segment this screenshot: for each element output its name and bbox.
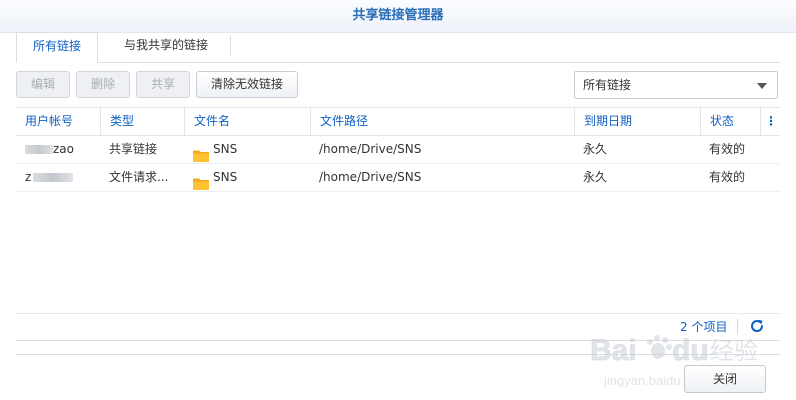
svg-text:Bai: Bai xyxy=(590,334,637,367)
expiry-cell: 永久 xyxy=(583,142,608,156)
redacted-blur xyxy=(25,145,53,154)
column-header-expiry[interactable]: 到期日期 xyxy=(574,108,700,135)
path-cell: /home/Drive/SNS xyxy=(319,142,422,156)
tab-bar: 所有链接 与我共享的链接 xyxy=(16,32,780,63)
svg-text:经验: 经验 xyxy=(710,337,758,365)
status-cell: 有效的 xyxy=(709,170,746,184)
column-header-type[interactable]: 类型 xyxy=(100,108,184,135)
clear-invalid-links-button[interactable]: 清除无效链接 xyxy=(196,71,298,98)
account-cell: z xyxy=(16,163,100,191)
window-title: 共享链接管理器 xyxy=(0,0,796,33)
column-header-path[interactable]: 文件路径 xyxy=(310,108,574,135)
delete-button[interactable]: 删除 xyxy=(76,71,130,98)
status-cell: 有效的 xyxy=(709,142,746,156)
column-header-filename[interactable]: 文件名 xyxy=(184,108,310,135)
type-cell: 共享链接 xyxy=(109,142,158,156)
table-header: 用户帐号 类型 文件名 文件路径 到期日期 状态 ⋮ xyxy=(16,107,780,136)
link-filter-select[interactable]: 所有链接 xyxy=(574,71,778,99)
table-row[interactable]: zao 共享链接 SNS /home/Drive/SNS 永久 有效的 xyxy=(16,135,780,164)
type-cell: 文件请求... xyxy=(109,170,169,184)
column-header-status[interactable]: 状态 xyxy=(700,108,760,135)
tab-separator xyxy=(230,36,231,56)
account-cell: zao xyxy=(16,135,100,163)
filename-cell: SNS xyxy=(184,135,310,163)
share-button[interactable]: 共享 xyxy=(136,71,190,98)
tab-shared-with-me[interactable]: 与我共享的链接 xyxy=(106,32,226,62)
folder-icon xyxy=(193,172,209,190)
redacted-blur xyxy=(33,173,74,182)
edit-button[interactable]: 编辑 xyxy=(16,71,70,98)
filename-cell: SNS xyxy=(184,163,310,191)
column-header-account[interactable]: 用户帐号 xyxy=(16,108,100,135)
svg-text:du: du xyxy=(672,334,709,367)
folder-icon xyxy=(193,144,209,162)
close-button[interactable]: 关闭 xyxy=(684,365,766,393)
table-row[interactable]: z 文件请求... SNS /home/Drive/SNS 永久 有效的 xyxy=(16,163,780,192)
column-menu-icon[interactable]: ⋮ xyxy=(760,108,781,135)
link-filter-value: 所有链接 xyxy=(583,78,632,92)
tab-all-links[interactable]: 所有链接 xyxy=(16,32,98,63)
expiry-cell: 永久 xyxy=(583,170,608,184)
table-footer-divider xyxy=(16,313,780,314)
path-cell: /home/Drive/SNS xyxy=(319,170,422,184)
chevron-down-icon xyxy=(757,83,767,89)
